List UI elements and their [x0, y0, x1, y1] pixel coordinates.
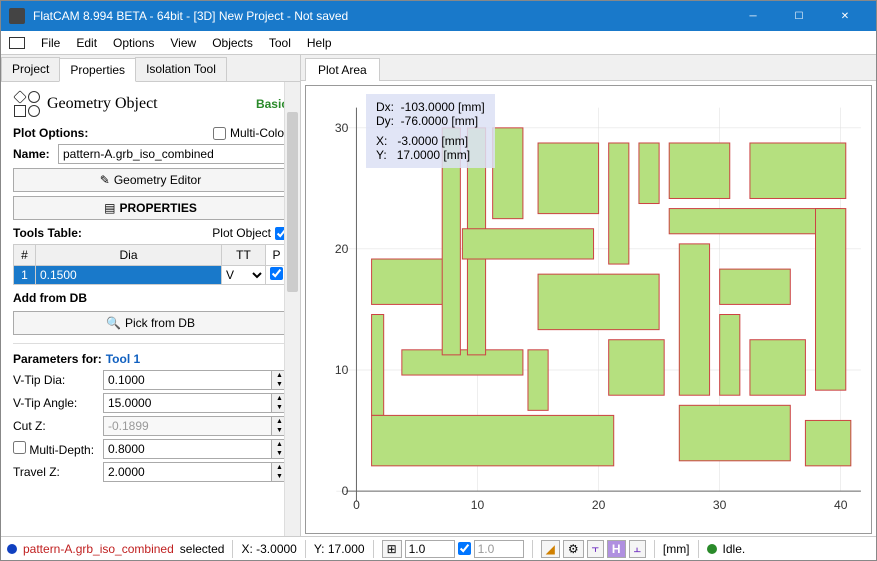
name-label: Name: [13, 147, 58, 161]
svg-text:0: 0 [353, 498, 360, 512]
left-tab-bar: Project Properties Isolation Tool [1, 55, 300, 82]
vtip-dia-label: V-Tip Dia: [13, 373, 103, 387]
list-icon: ▤ [104, 201, 115, 215]
vtip-angle-input[interactable] [103, 393, 272, 413]
tools-table-label: Tools Table: [13, 226, 82, 240]
tool-btn-3[interactable]: ⫟ [587, 540, 604, 558]
grid-x-input[interactable] [405, 540, 455, 558]
menu-edit[interactable]: Edit [68, 33, 105, 53]
right-panel: Plot Area 0 [301, 55, 876, 536]
menu-view[interactable]: View [162, 33, 204, 53]
tab-properties[interactable]: Properties [59, 58, 136, 82]
status-dot-icon [7, 544, 17, 554]
menu-objects[interactable]: Objects [204, 33, 261, 53]
idle-label: Idle. [723, 542, 746, 556]
close-button[interactable]: ✕ [822, 1, 868, 31]
status-bar: pattern-A.grb_iso_combined selected X: -… [1, 536, 876, 560]
svg-text:30: 30 [335, 121, 349, 135]
svg-text:0: 0 [342, 484, 349, 498]
tab-project[interactable]: Project [1, 57, 60, 81]
title-bar: FlatCAM 8.994 BETA - 64bit - [3D] New Pr… [1, 1, 876, 31]
menu-help[interactable]: Help [299, 33, 340, 53]
cell-tt-select[interactable]: V [222, 266, 265, 284]
status-selected-suffix: selected [180, 542, 225, 556]
geometry-editor-button[interactable]: ✎ Geometry Editor [13, 168, 288, 192]
svg-text:40: 40 [834, 498, 848, 512]
idle-dot-icon [707, 544, 717, 554]
vtip-dia-input[interactable] [103, 370, 272, 390]
menu-options[interactable]: Options [105, 33, 162, 53]
cell-idx[interactable]: 1 [14, 266, 36, 285]
properties-button[interactable]: ▤ PROPERTIES [13, 196, 288, 220]
coord-overlay: Dx: -103.0000 [mm] Dy: -76.0000 [mm] X: … [366, 94, 495, 168]
svg-text:10: 10 [335, 363, 349, 377]
parameters-for-label: Parameters for: [13, 352, 102, 366]
grid-y-input [474, 540, 524, 558]
multi-depth-label: Multi-Depth: [13, 441, 103, 457]
menu-tool[interactable]: Tool [261, 33, 299, 53]
tab-plot-area[interactable]: Plot Area [305, 58, 380, 81]
window-title: FlatCAM 8.994 BETA - 64bit - [3D] New Pr… [33, 9, 730, 23]
th-idx[interactable]: # [14, 245, 36, 266]
status-selected-object: pattern-A.grb_iso_combined [23, 542, 174, 556]
multi-color-checkbox[interactable] [213, 127, 226, 140]
tool-btn-5[interactable]: ⫠ [629, 540, 646, 558]
tool-btn-1[interactable]: ◢ [541, 540, 560, 558]
cell-dia[interactable]: 0.1500 [36, 266, 222, 285]
left-panel: Project Properties Isolation Tool Geomet… [1, 55, 301, 536]
grid-link-checkbox[interactable] [458, 542, 471, 555]
vtip-angle-label: V-Tip Angle: [13, 396, 103, 410]
left-panel-scrollbar[interactable] [284, 82, 300, 536]
table-row[interactable]: 1 0.1500 V [14, 266, 288, 285]
tools-table: # Dia TT P 1 0.1500 V [13, 244, 288, 285]
svg-text:20: 20 [335, 242, 349, 256]
cell-p-checkbox[interactable] [270, 267, 283, 280]
th-dia[interactable]: Dia [36, 245, 222, 266]
settings-icon-button[interactable]: ⚙ [563, 540, 584, 558]
cutz-label: Cut Z: [13, 419, 103, 433]
grid-icon[interactable]: ⊞ [382, 540, 402, 558]
pencil-icon: ✎ [100, 173, 110, 187]
geometry-object-icon [13, 90, 41, 118]
menu-file[interactable]: File [33, 33, 68, 53]
plot-object-label: Plot Object [212, 226, 271, 240]
plot-options-label: Plot Options: [13, 126, 88, 140]
multi-depth-checkbox[interactable] [13, 441, 26, 454]
hud-toggle-button[interactable]: H [607, 540, 626, 558]
object-type-title: Geometry Object [47, 95, 256, 113]
pick-from-db-button[interactable]: 🔍 Pick from DB [13, 311, 288, 335]
app-logo-icon [9, 8, 25, 24]
tab-isolation-tool[interactable]: Isolation Tool [135, 57, 227, 81]
menu-bar: File Edit Options View Objects Tool Help [1, 31, 876, 55]
cutz-input [103, 416, 272, 436]
travelz-input[interactable] [103, 462, 272, 482]
svg-text:30: 30 [713, 498, 727, 512]
plot-area[interactable]: 0 10 20 30 40 0 10 20 30 [305, 85, 872, 534]
multi-color-label: Multi-Color [230, 126, 288, 140]
status-y: Y: 17.000 [314, 542, 365, 556]
svg-text:10: 10 [471, 498, 485, 512]
add-from-db-label: Add from DB [13, 291, 288, 305]
right-tab-bar: Plot Area [301, 55, 876, 81]
minimize-button[interactable]: ─ [730, 1, 776, 31]
multi-depth-input[interactable] [103, 439, 272, 459]
status-x: X: -3.0000 [241, 542, 296, 556]
tool1-label: Tool 1 [106, 352, 140, 366]
object-name-input[interactable] [58, 144, 288, 164]
app-menu-icon[interactable] [9, 37, 25, 49]
th-tt[interactable]: TT [222, 245, 266, 266]
units-label[interactable]: [mm] [663, 542, 690, 556]
db-icon: 🔍 [106, 316, 121, 330]
travelz-label: Travel Z: [13, 465, 103, 479]
maximize-button[interactable]: ☐ [776, 1, 822, 31]
svg-text:20: 20 [592, 498, 606, 512]
